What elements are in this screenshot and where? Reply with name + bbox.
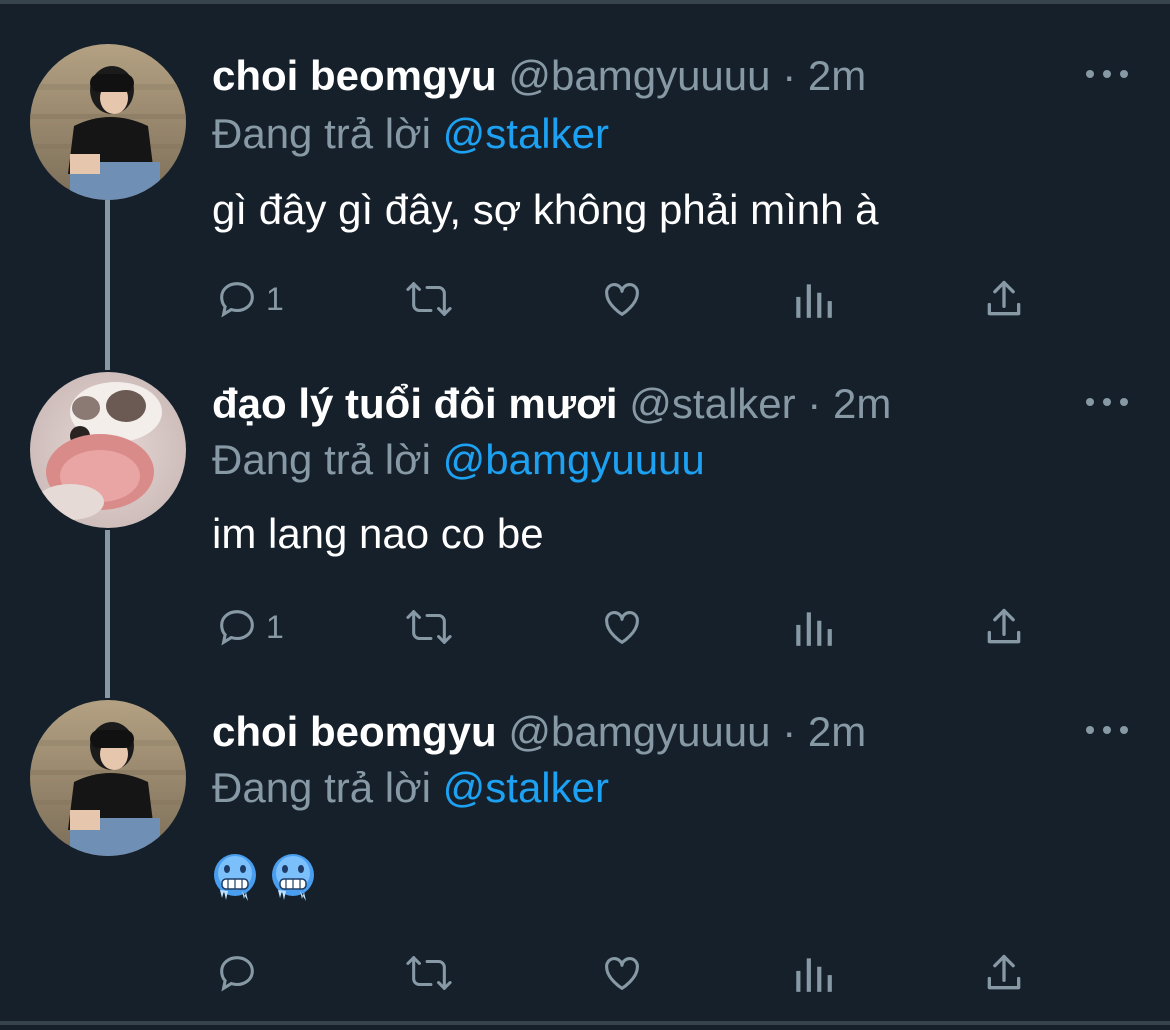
like-button[interactable] [598, 948, 646, 998]
retweet-icon [406, 956, 452, 990]
retweet-button[interactable] [404, 948, 454, 998]
replying-to-handle[interactable]: @bamgyuuuu [443, 436, 705, 483]
retweet-icon [406, 610, 452, 644]
tweet[interactable]: đạo lý tuổi đôi mươi @stalker · 2m Đang … [0, 372, 1170, 702]
separator-dot: · [807, 380, 822, 427]
reply-icon [220, 610, 254, 646]
reply-count: 1 [266, 608, 284, 645]
cold-face-emoji [272, 854, 314, 901]
share-icon [987, 954, 1021, 990]
reply-icon [220, 956, 254, 992]
user-avatar[interactable] [30, 44, 186, 200]
analytics-button[interactable] [792, 948, 834, 998]
reply-count: 1 [266, 280, 284, 317]
more-icon[interactable] [1086, 720, 1128, 740]
replying-to-handle[interactable]: @stalker [443, 764, 609, 811]
like-icon [605, 957, 639, 990]
user-avatar[interactable] [30, 700, 186, 856]
reply-button[interactable]: 1 [214, 274, 284, 324]
replying-to-handle[interactable]: @stalker [443, 110, 609, 157]
replying-to: Đang trả lời @stalker [212, 758, 609, 818]
share-button[interactable] [982, 602, 1026, 652]
timestamp[interactable]: 2m [833, 380, 891, 427]
replying-to-label: Đang trả lời [212, 436, 431, 483]
retweet-button[interactable] [404, 274, 454, 324]
replying-to: Đang trả lời @stalker [212, 104, 609, 164]
tweet-text: gì đây gì đây, sợ không phải mình à [212, 186, 879, 233]
replying-to-label: Đang trả lời [212, 764, 431, 811]
tweet-header: choi beomgyu @bamgyuuuu · 2m [212, 46, 866, 106]
analytics-icon [796, 284, 832, 318]
tweet[interactable]: choi beomgyu @bamgyuuuu · 2m Đang trả lờ… [0, 700, 1170, 1030]
replying-to: Đang trả lời @bamgyuuuu [212, 430, 705, 490]
retweet-icon [406, 282, 452, 316]
analytics-button[interactable] [792, 602, 834, 652]
tweet-actions [0, 948, 1170, 998]
timestamp[interactable]: 2m [808, 708, 866, 755]
user-handle[interactable]: @stalker [629, 380, 795, 427]
analytics-icon [796, 958, 832, 992]
tweet-text: im lang nao co be [212, 510, 544, 557]
display-name[interactable]: đạo lý tuổi đôi mươi [212, 380, 618, 427]
like-button[interactable] [598, 602, 646, 652]
tweet[interactable]: choi beomgyu @bamgyuuuu · 2m Đang trả lờ… [0, 44, 1170, 374]
separator-dot: · [782, 52, 797, 99]
reply-button[interactable] [214, 948, 266, 998]
like-icon [605, 611, 639, 644]
like-button[interactable] [598, 274, 646, 324]
timestamp[interactable]: 2m [808, 52, 866, 99]
tweet-header: đạo lý tuổi đôi mươi @stalker · 2m [212, 374, 891, 434]
tweet-emoji-row [212, 852, 316, 902]
like-icon [605, 283, 639, 316]
analytics-icon [796, 612, 832, 646]
share-icon [987, 280, 1021, 316]
analytics-button[interactable] [792, 274, 834, 324]
separator-dot: · [782, 708, 797, 755]
share-button[interactable] [982, 274, 1026, 324]
user-handle[interactable]: @bamgyuuuu [508, 52, 770, 99]
share-icon [987, 608, 1021, 644]
bottom-divider [0, 1021, 1170, 1025]
reply-icon [220, 282, 254, 318]
more-icon[interactable] [1086, 392, 1128, 412]
user-handle[interactable]: @bamgyuuuu [508, 708, 770, 755]
display-name[interactable]: choi beomgyu [212, 52, 497, 99]
tweet-header: choi beomgyu @bamgyuuuu · 2m [212, 702, 866, 762]
cold-face-emoji [214, 854, 256, 901]
reply-button[interactable]: 1 [214, 602, 284, 652]
top-divider [0, 0, 1170, 4]
share-button[interactable] [982, 948, 1026, 998]
tweet-actions: 1 [0, 602, 1170, 652]
user-avatar[interactable] [30, 372, 186, 528]
display-name[interactable]: choi beomgyu [212, 708, 497, 755]
replying-to-label: Đang trả lời [212, 110, 431, 157]
tweet-actions: 1 [0, 274, 1170, 324]
more-icon[interactable] [1086, 64, 1128, 84]
retweet-button[interactable] [404, 602, 454, 652]
